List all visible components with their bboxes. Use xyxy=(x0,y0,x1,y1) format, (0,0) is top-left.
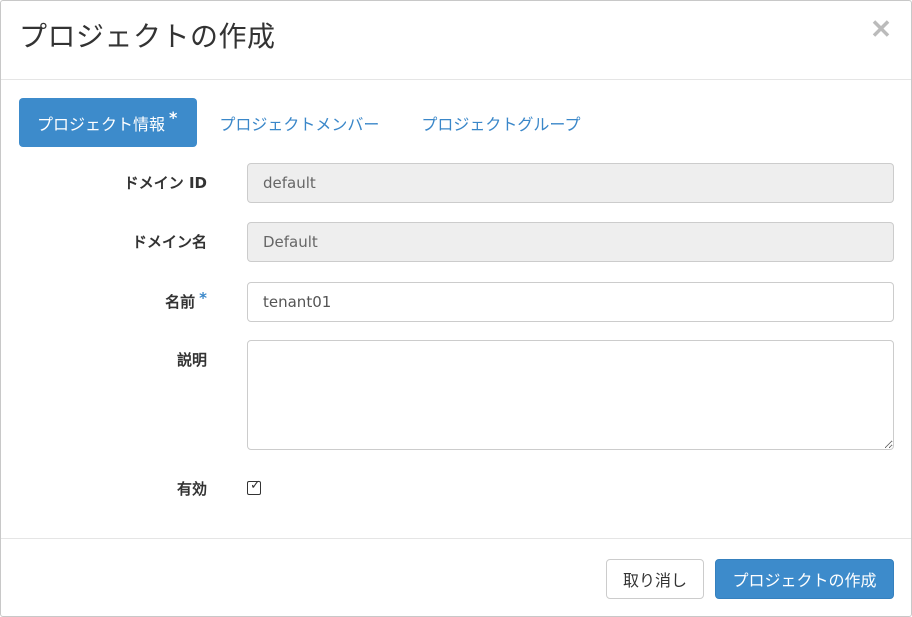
enabled-label: 有効 xyxy=(176,480,207,498)
tab-label: プロジェクトグループ xyxy=(421,114,581,134)
tab-project-members[interactable]: プロジェクトメンバー xyxy=(199,98,399,147)
tab-label: プロジェクト情報 xyxy=(37,114,166,134)
cancel-button[interactable]: 取り消し xyxy=(606,559,704,599)
tab-project-groups[interactable]: プロジェクトグループ xyxy=(401,98,600,147)
name-field[interactable] xyxy=(247,282,894,322)
tab-project-info[interactable]: プロジェクト情報 * xyxy=(19,98,198,147)
enabled-checkbox[interactable]: ✓ xyxy=(247,478,261,495)
name-label: 名前 * xyxy=(165,289,207,311)
required-indicator: * xyxy=(169,108,178,127)
domain-name-field[interactable] xyxy=(247,222,894,262)
modal-header: プロジェクトの作成 ✕ xyxy=(1,1,911,80)
modal-title: プロジェクトの作成 xyxy=(19,20,276,53)
description-textarea[interactable] xyxy=(247,340,894,450)
description-label: 説明 xyxy=(176,351,207,369)
required-indicator: * xyxy=(199,289,207,307)
modal-footer: 取り消し プロジェクトの作成 xyxy=(1,538,911,616)
close-button[interactable]: ✕ xyxy=(869,15,893,43)
domain-name-label: ドメイン名 xyxy=(131,233,207,251)
checkmark-icon: ✓ xyxy=(250,478,261,493)
tab-label: プロジェクトメンバー xyxy=(219,114,380,134)
tab-bar: プロジェクト情報 * プロジェクトメンバー プロジェクトグループ xyxy=(19,98,600,147)
domain-id-label: ドメイン ID xyxy=(123,174,207,192)
close-icon: ✕ xyxy=(870,14,892,44)
create-project-modal: プロジェクトの作成 ✕ プロジェクト情報 * プロジェクトメンバー プロジェクト… xyxy=(0,0,912,617)
domain-id-field[interactable] xyxy=(247,163,894,203)
create-project-button[interactable]: プロジェクトの作成 xyxy=(715,559,894,599)
